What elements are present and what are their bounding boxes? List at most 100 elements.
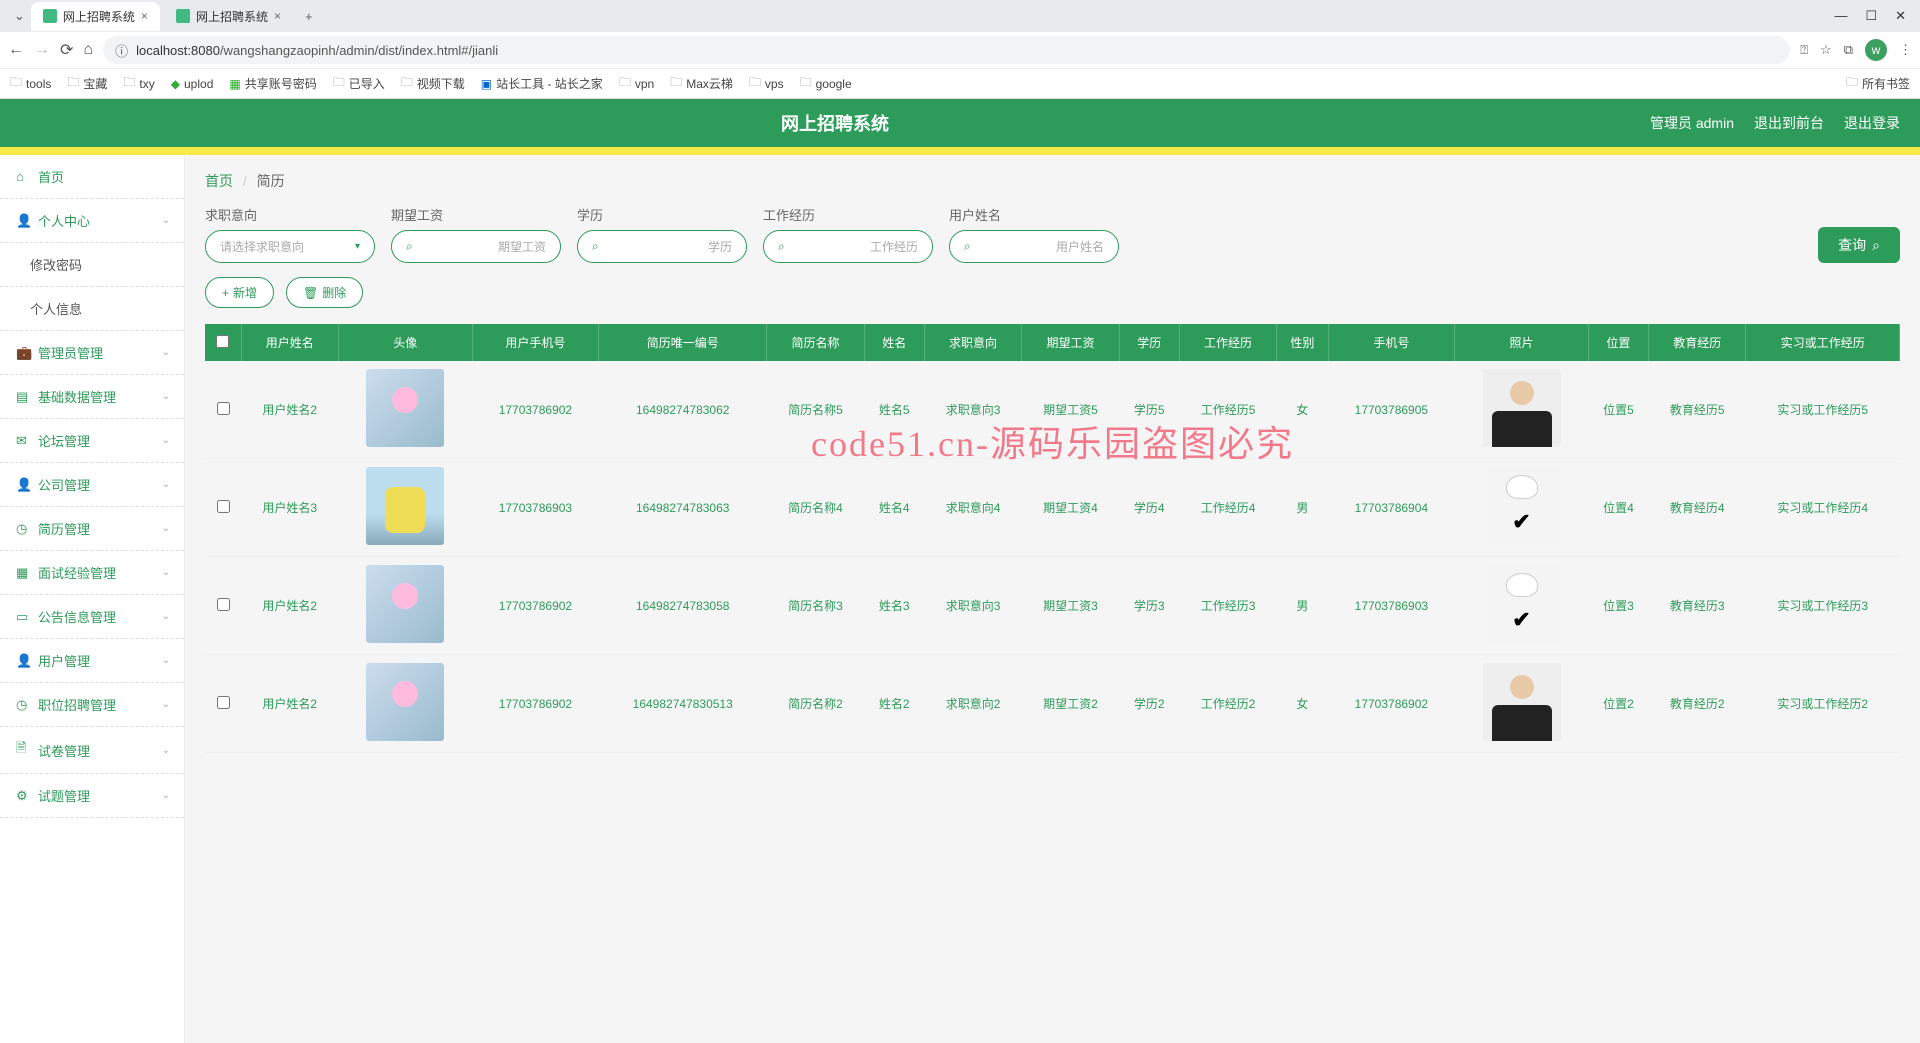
avatar-image bbox=[366, 663, 444, 741]
bookmark-item[interactable]: 🗀tools bbox=[10, 73, 51, 94]
bookmark-item[interactable]: 🗀已导入 bbox=[333, 73, 385, 94]
breadcrumb-sep: / bbox=[243, 173, 247, 189]
extensions-icon[interactable]: ⧉ bbox=[1844, 42, 1853, 58]
chevron-down-icon: ⌄ bbox=[162, 655, 170, 666]
translate-icon[interactable]: ⍰ bbox=[1800, 42, 1808, 58]
bookmark-item[interactable]: ▣站长工具 - 站长之家 bbox=[481, 75, 603, 92]
salary-input[interactable]: ⌕期望工资 bbox=[391, 230, 561, 263]
sidebar-item[interactable]: 👤个人中心⌄ bbox=[0, 199, 184, 243]
site-icon: ▣ bbox=[481, 77, 492, 91]
addr-actions: ⍰ ☆ ⧉ w ⋮ bbox=[1800, 39, 1912, 61]
current-user[interactable]: 管理员 admin bbox=[1650, 113, 1734, 133]
experience-input[interactable]: ⌕工作经历 bbox=[763, 230, 933, 263]
profile-avatar[interactable]: w bbox=[1865, 39, 1887, 61]
cell-photo bbox=[1455, 655, 1589, 753]
sidebar-item[interactable]: ⌂首页 bbox=[0, 155, 184, 199]
back-icon[interactable]: ← bbox=[8, 41, 24, 59]
cell-exp: 工作经历5 bbox=[1179, 361, 1276, 459]
sidebar-item[interactable]: ⚙试题管理⌄ bbox=[0, 774, 184, 818]
filter-label: 求职意向 bbox=[205, 205, 375, 224]
bookmark-star-icon[interactable]: ☆ bbox=[1820, 42, 1832, 58]
maximize-icon[interactable]: ☐ bbox=[1865, 8, 1877, 24]
query-button[interactable]: 查询⌕ bbox=[1818, 227, 1900, 263]
cell-photo bbox=[1455, 557, 1589, 655]
briefcase-icon: 💼 bbox=[16, 345, 30, 361]
table-row: 用户姓名3 17703786903 16498274783063 简历名称4 姓… bbox=[205, 459, 1900, 557]
sidebar-item[interactable]: 💼管理员管理⌄ bbox=[0, 331, 184, 375]
select-all-checkbox[interactable] bbox=[216, 335, 229, 348]
sidebar-item[interactable]: 👤公司管理⌄ bbox=[0, 463, 184, 507]
action-row: +新增 🗑删除 bbox=[205, 277, 1900, 308]
site-info-icon[interactable]: ⓘ bbox=[115, 41, 128, 60]
new-tab-button[interactable]: + bbox=[297, 9, 321, 24]
sidebar-item-label: 试题管理 bbox=[38, 786, 90, 805]
cell-exp: 工作经历4 bbox=[1179, 459, 1276, 557]
table-header-row: 用户姓名头像用户手机号简历唯一编号简历名称姓名求职意向期望工资学历工作经历性别手… bbox=[205, 324, 1900, 361]
close-icon[interactable]: × bbox=[274, 9, 281, 23]
cell-phone: 17703786902 bbox=[472, 655, 599, 753]
cell-workexp: 实习或工作经历2 bbox=[1746, 655, 1900, 753]
table-header-cell: 用户姓名 bbox=[241, 324, 338, 361]
cell-phone: 17703786902 bbox=[472, 361, 599, 459]
menu-icon[interactable]: ⋮ bbox=[1899, 42, 1912, 58]
row-checkbox[interactable] bbox=[217, 500, 230, 513]
cell-edu: 学历3 bbox=[1119, 557, 1179, 655]
reload-icon[interactable]: ⟳ bbox=[60, 40, 73, 60]
bookmark-item[interactable]: 🗀vpn bbox=[619, 73, 654, 94]
photo-image bbox=[1483, 369, 1561, 447]
all-bookmarks[interactable]: 🗀所有书签 bbox=[1846, 73, 1910, 94]
sidebar-item[interactable]: 🗎试卷管理⌄ bbox=[0, 727, 184, 774]
row-checkbox[interactable] bbox=[217, 696, 230, 709]
folder-icon: 🗀 bbox=[10, 73, 22, 94]
add-button[interactable]: +新增 bbox=[205, 277, 274, 308]
browser-tab-1[interactable]: 网上招聘系统 × bbox=[31, 2, 160, 31]
sidebar-item[interactable]: 个人信息 bbox=[0, 287, 184, 331]
sidebar-item[interactable]: 👤用户管理⌄ bbox=[0, 639, 184, 683]
sidebar-item[interactable]: ▤基础数据管理⌄ bbox=[0, 375, 184, 419]
bookmark-item[interactable]: 🗀宝藏 bbox=[67, 73, 107, 94]
delete-button[interactable]: 🗑删除 bbox=[286, 277, 363, 308]
cell-phone: 17703786902 bbox=[472, 557, 599, 655]
bookmark-item[interactable]: 🗀google bbox=[800, 73, 852, 94]
bookmark-item[interactable]: 🗀txy bbox=[123, 73, 154, 94]
search-icon: ⌕ bbox=[778, 239, 785, 254]
sidebar-item[interactable]: ▭公告信息管理⌄ bbox=[0, 595, 184, 639]
close-icon[interactable]: × bbox=[141, 9, 148, 23]
breadcrumb-home[interactable]: 首页 bbox=[205, 173, 233, 189]
sidebar-item[interactable]: ◷简历管理⌄ bbox=[0, 507, 184, 551]
table-header-cell bbox=[205, 324, 241, 361]
sidebar-item[interactable]: ◷职位招聘管理⌄ bbox=[0, 683, 184, 727]
row-checkbox[interactable] bbox=[217, 598, 230, 611]
cell-avatar bbox=[338, 655, 472, 753]
cell-avatar bbox=[338, 557, 472, 655]
row-checkbox[interactable] bbox=[217, 402, 230, 415]
table-header-cell: 学历 bbox=[1119, 324, 1179, 361]
home-icon[interactable]: ⌂ bbox=[83, 41, 93, 59]
bookmark-item[interactable]: 🗀Max云梯 bbox=[670, 73, 733, 94]
sidebar-item[interactable]: 修改密码 bbox=[0, 243, 184, 287]
cell-eduexp: 教育经历2 bbox=[1648, 655, 1745, 753]
education-input[interactable]: ⌕学历 bbox=[577, 230, 747, 263]
intent-select[interactable]: 请选择求职意向▾ bbox=[205, 230, 375, 263]
browser-chrome: ⌄ 网上招聘系统 × 网上招聘系统 × + — ☐ ✕ ← → ⟳ ⌂ ⓘ lo… bbox=[0, 0, 1920, 99]
username-input[interactable]: ⌕用户姓名 bbox=[949, 230, 1119, 263]
browser-tab-2[interactable]: 网上招聘系统 × bbox=[164, 2, 293, 31]
url-input[interactable]: ⓘ localhost:8080/wangshangzaopinh/admin/… bbox=[103, 36, 1790, 64]
cell-edu: 学历2 bbox=[1119, 655, 1179, 753]
tab-dropdown-icon[interactable]: ⌄ bbox=[8, 8, 31, 24]
sidebar-item[interactable]: ✉论坛管理⌄ bbox=[0, 419, 184, 463]
sidebar-item-label: 个人信息 bbox=[30, 299, 82, 318]
bookmark-item[interactable]: ▦共享账号密码 bbox=[229, 75, 316, 92]
sidebar-item[interactable]: ▦面试经验管理⌄ bbox=[0, 551, 184, 595]
cell-name: 姓名4 bbox=[864, 459, 924, 557]
table-row: 用户姓名2 17703786902 16498274783062 简历名称5 姓… bbox=[205, 361, 1900, 459]
minimize-icon[interactable]: — bbox=[1834, 8, 1847, 24]
bookmark-item[interactable]: ◆uplod bbox=[171, 77, 214, 91]
cell-username: 用户姓名2 bbox=[241, 361, 338, 459]
logout-link[interactable]: 退出登录 bbox=[1844, 113, 1900, 133]
go-frontend-link[interactable]: 退出到前台 bbox=[1754, 113, 1824, 133]
forward-icon[interactable]: → bbox=[34, 41, 50, 59]
close-window-icon[interactable]: ✕ bbox=[1895, 8, 1906, 24]
bookmark-item[interactable]: 🗀vps bbox=[749, 73, 784, 94]
bookmark-item[interactable]: 🗀视频下载 bbox=[401, 73, 465, 94]
